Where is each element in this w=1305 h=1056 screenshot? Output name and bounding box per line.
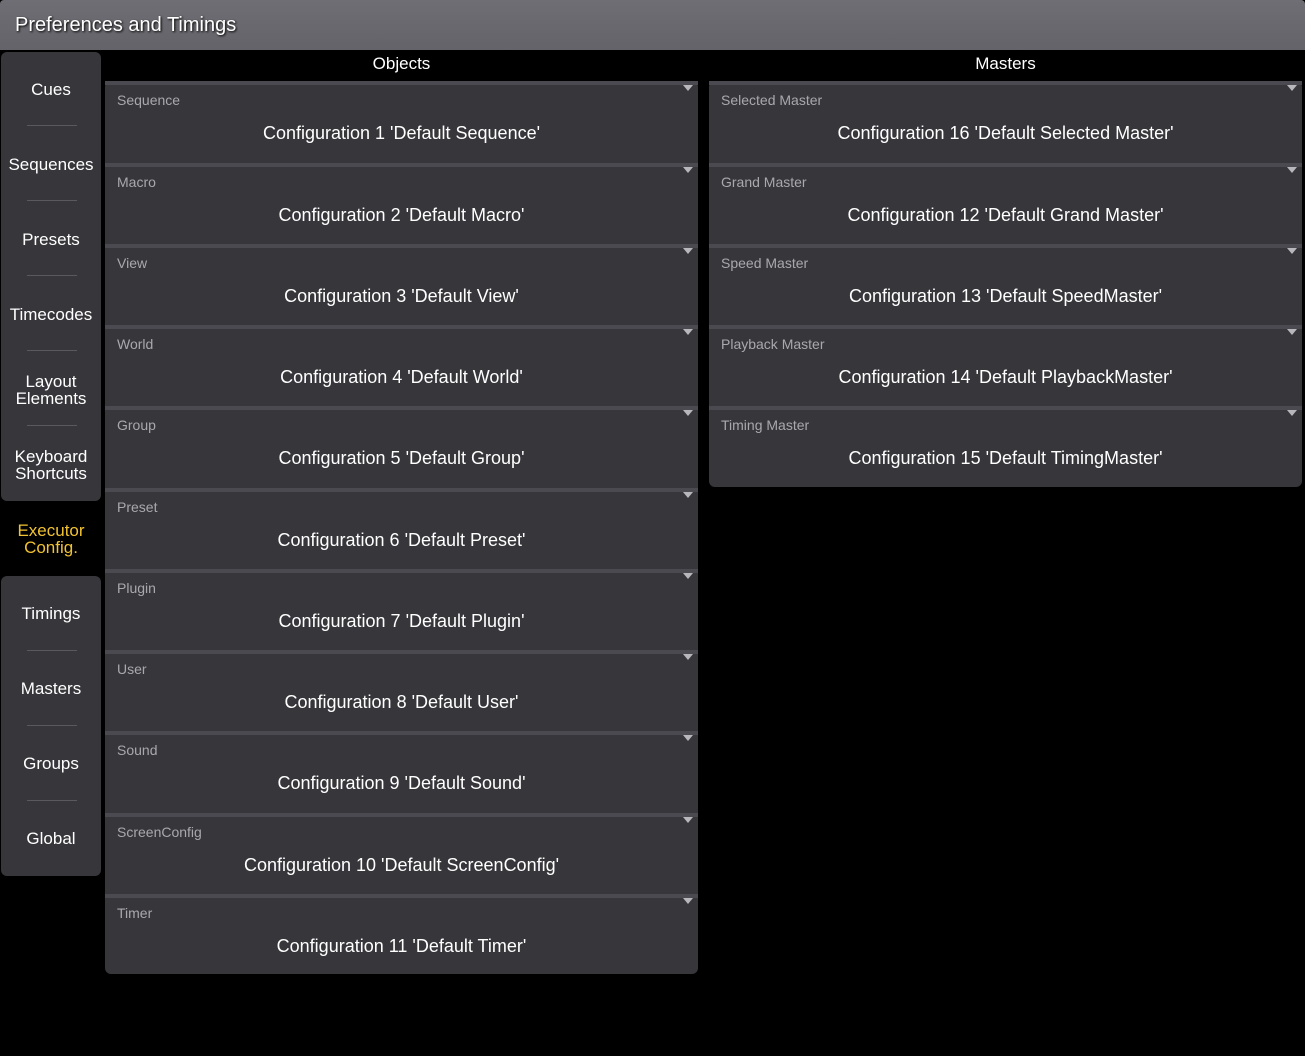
sidebar-group-bottom: Timings Masters Groups Global bbox=[1, 576, 101, 876]
sidebar-item-groups[interactable]: Groups bbox=[1, 726, 101, 801]
dropdown-arrow-icon bbox=[683, 573, 693, 579]
config-item-value: Configuration 7 'Default Plugin' bbox=[278, 611, 525, 631]
config-item-timer[interactable]: Timer Configuration 11 'Default Timer' bbox=[105, 894, 698, 974]
config-item-sequence[interactable]: Sequence Configuration 1 'Default Sequen… bbox=[105, 81, 698, 162]
dropdown-arrow-icon bbox=[683, 167, 693, 173]
config-item-label: Group bbox=[117, 417, 156, 433]
objects-panel: Sequence Configuration 1 'Default Sequen… bbox=[105, 81, 698, 974]
config-item-plugin[interactable]: Plugin Configuration 7 'Default Plugin' bbox=[105, 569, 698, 649]
config-item-value: Configuration 16 'Default Selected Maste… bbox=[837, 123, 1174, 143]
config-item-label: View bbox=[117, 255, 148, 271]
config-item-value: Configuration 13 'Default SpeedMaster' bbox=[848, 286, 1163, 306]
config-item-world[interactable]: World Configuration 4 'Default World' bbox=[105, 325, 698, 405]
config-item-label: Selected Master bbox=[721, 92, 823, 108]
config-item-preset[interactable]: Preset Configuration 6 'Default Preset' bbox=[105, 488, 698, 568]
sidebar-item-keyboard-shortcuts[interactable]: Keyboard Shortcuts bbox=[1, 427, 101, 502]
config-item-label: User bbox=[117, 661, 147, 677]
config-item-selected-master[interactable]: Selected Master Configuration 16 'Defaul… bbox=[709, 81, 1302, 162]
masters-panel: Selected Master Configuration 16 'Defaul… bbox=[709, 81, 1302, 487]
config-item-speed-master[interactable]: Speed Master Configuration 13 'Default S… bbox=[709, 244, 1302, 324]
config-item-label: Sound bbox=[117, 742, 158, 758]
config-item-screenconfig[interactable]: ScreenConfig Configuration 10 'Default S… bbox=[105, 813, 698, 893]
config-item-value: Configuration 3 'Default View' bbox=[284, 286, 519, 306]
sidebar-item-executor-config[interactable]: Executor Config. bbox=[1, 501, 101, 576]
config-item-value: Configuration 2 'Default Macro' bbox=[278, 205, 525, 225]
config-item-value: Configuration 9 'Default Sound' bbox=[277, 773, 526, 793]
config-item-group[interactable]: Group Configuration 5 'Default Group' bbox=[105, 406, 698, 487]
sidebar-divider bbox=[27, 200, 77, 201]
config-item-value: Configuration 10 'Default ScreenConfig' bbox=[243, 855, 560, 875]
config-item-label: Plugin bbox=[117, 580, 156, 596]
config-item-label: Grand Master bbox=[721, 174, 807, 190]
config-item-value: Configuration 6 'Default Preset' bbox=[277, 530, 526, 550]
masters-header: Masters bbox=[975, 54, 1036, 73]
config-item-sound[interactable]: Sound Configuration 9 'Default Sound' bbox=[105, 731, 698, 812]
sidebar-item-timecodes[interactable]: Timecodes bbox=[1, 277, 101, 352]
dropdown-arrow-icon bbox=[1287, 248, 1297, 254]
config-item-label: Macro bbox=[117, 174, 156, 190]
dropdown-arrow-icon bbox=[683, 735, 693, 741]
sidebar-divider bbox=[27, 275, 77, 276]
config-item-label: Timing Master bbox=[721, 417, 810, 433]
sidebar-item-sequences[interactable]: Sequences bbox=[1, 127, 101, 202]
sidebar-item-layout-elements[interactable]: Layout Elements bbox=[1, 352, 101, 427]
window-title: Preferences and Timings bbox=[15, 13, 237, 36]
config-item-view[interactable]: View Configuration 3 'Default View' bbox=[105, 244, 698, 324]
config-item-macro[interactable]: Macro Configuration 2 'Default Macro' bbox=[105, 163, 698, 243]
config-item-label: Timer bbox=[117, 905, 153, 921]
dropdown-arrow-icon bbox=[1287, 85, 1297, 91]
dropdown-arrow-icon bbox=[683, 898, 693, 904]
config-item-label: ScreenConfig bbox=[117, 824, 202, 840]
config-item-timing-master[interactable]: Timing Master Configuration 15 'Default … bbox=[709, 406, 1302, 487]
dropdown-arrow-icon bbox=[683, 248, 693, 254]
dropdown-arrow-icon bbox=[1287, 329, 1297, 335]
dropdown-arrow-icon bbox=[683, 329, 693, 335]
config-item-label: Sequence bbox=[117, 92, 181, 108]
dropdown-arrow-icon bbox=[683, 817, 693, 823]
sidebar-item-masters[interactable]: Masters bbox=[1, 651, 101, 726]
dropdown-arrow-icon bbox=[1287, 410, 1297, 416]
config-item-label: Preset bbox=[117, 499, 158, 515]
config-item-label: Playback Master bbox=[721, 336, 825, 352]
title-bar: Preferences and Timings bbox=[0, 0, 1305, 50]
sidebar-item-global[interactable]: Global bbox=[1, 801, 101, 876]
config-item-grand-master[interactable]: Grand Master Configuration 12 'Default G… bbox=[709, 163, 1302, 243]
config-item-user[interactable]: User Configuration 8 'Default User' bbox=[105, 650, 698, 730]
sidebar-item-timings[interactable]: Timings bbox=[1, 576, 101, 651]
sidebar-divider bbox=[27, 350, 77, 351]
dropdown-arrow-icon bbox=[1287, 167, 1297, 173]
config-item-label: Speed Master bbox=[721, 255, 809, 271]
config-item-label: World bbox=[117, 336, 154, 352]
sidebar-item-cues[interactable]: Cues bbox=[1, 52, 101, 127]
sidebar-item-presets[interactable]: Presets bbox=[1, 202, 101, 277]
objects-header: Objects bbox=[372, 54, 431, 73]
sidebar-divider bbox=[27, 425, 77, 426]
config-item-value: Configuration 8 'Default User' bbox=[284, 692, 519, 712]
config-item-value: Configuration 12 'Default Grand Master' bbox=[847, 205, 1164, 225]
config-item-value: Configuration 1 'Default Sequence' bbox=[262, 123, 541, 143]
sidebar-divider bbox=[27, 125, 77, 126]
config-item-value: Configuration 5 'Default Group' bbox=[278, 448, 525, 468]
dropdown-arrow-icon bbox=[683, 85, 693, 91]
dropdown-arrow-icon bbox=[683, 410, 693, 416]
config-item-value: Configuration 14 'Default PlaybackMaster… bbox=[838, 367, 1173, 387]
config-item-value: Configuration 4 'Default World' bbox=[280, 367, 523, 387]
config-item-playback-master[interactable]: Playback Master Configuration 14 'Defaul… bbox=[709, 325, 1302, 405]
config-item-value: Configuration 15 'Default TimingMaster' bbox=[848, 448, 1163, 468]
sidebar-group-top: Cues Sequences Presets Timecodes Layout … bbox=[1, 52, 101, 501]
config-item-value: Configuration 11 'Default Timer' bbox=[276, 936, 527, 956]
dropdown-arrow-icon bbox=[683, 492, 693, 498]
dropdown-arrow-icon bbox=[683, 654, 693, 660]
